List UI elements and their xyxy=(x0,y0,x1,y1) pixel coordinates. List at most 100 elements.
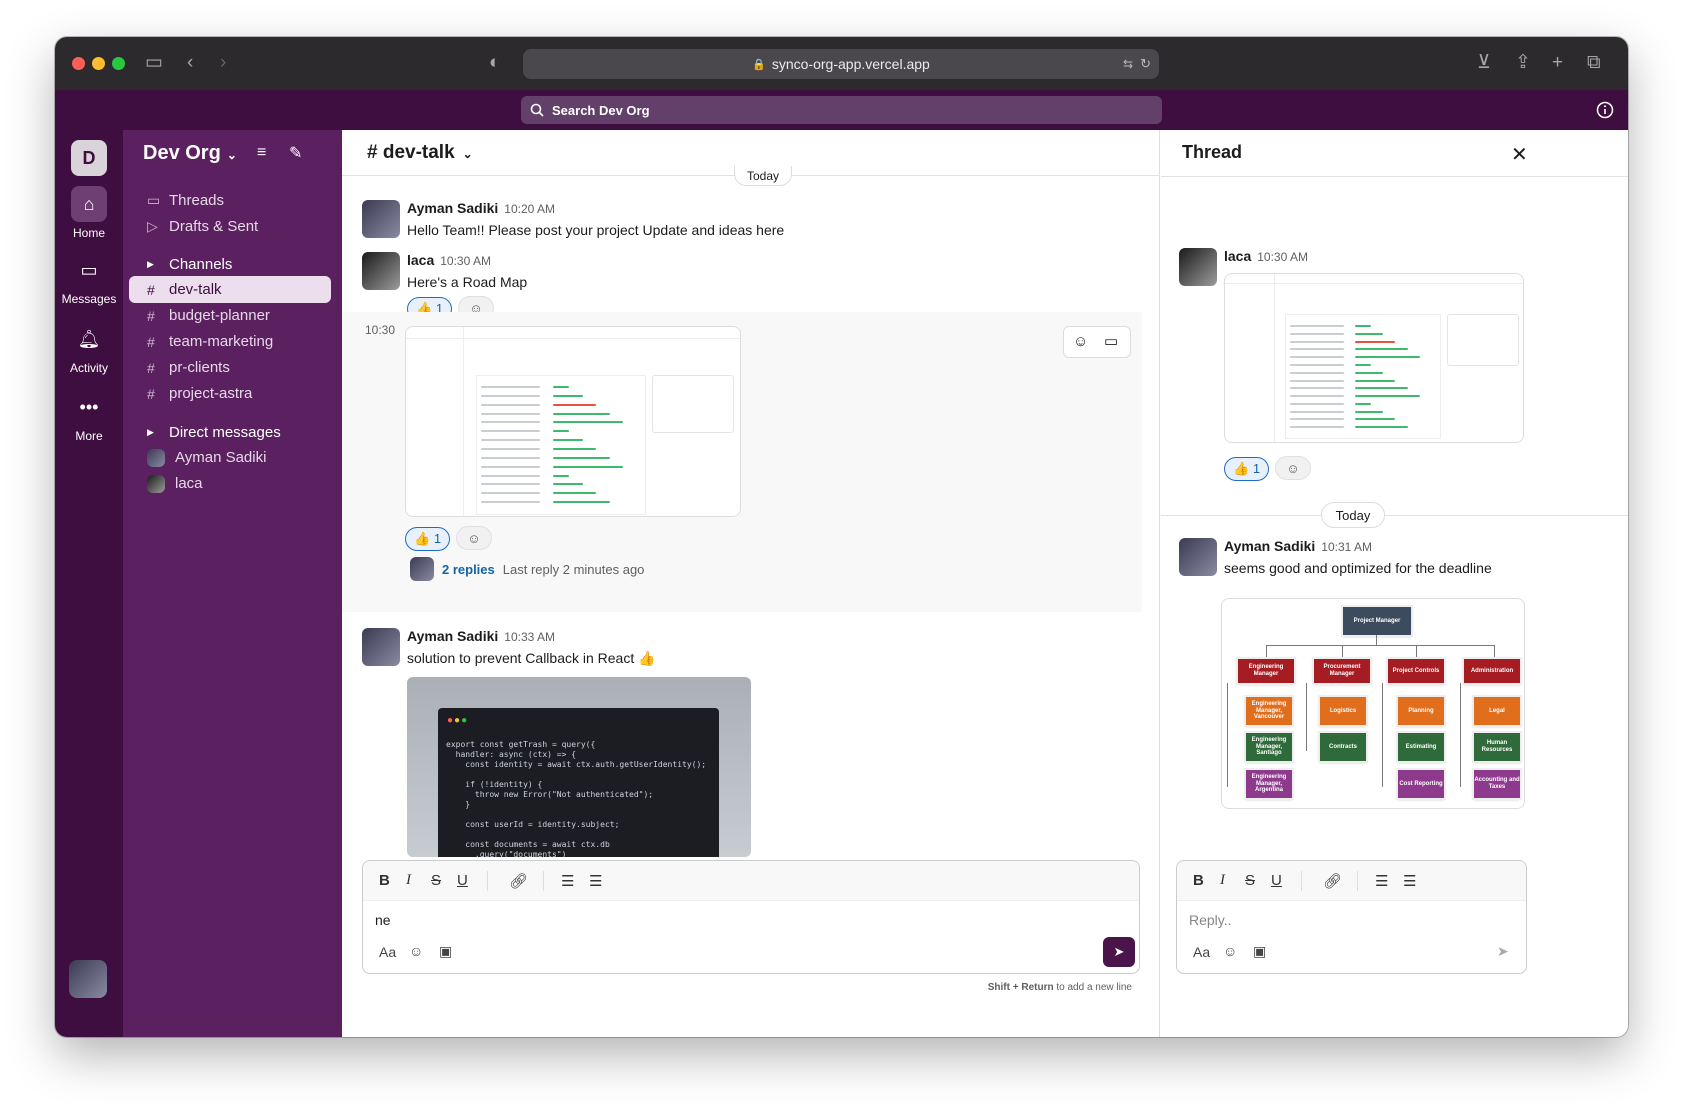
avatar[interactable] xyxy=(1179,538,1217,576)
back-icon[interactable]: ‹ xyxy=(187,51,193,75)
italic-icon[interactable]: I xyxy=(406,872,411,889)
bold-icon[interactable]: B xyxy=(1193,872,1204,889)
rail-more[interactable]: ••• More xyxy=(55,389,123,443)
thread-summary[interactable]: 2 replies Last reply 2 minutes ago xyxy=(410,557,644,581)
sidebar-item-project-astra[interactable]: # project-astra xyxy=(129,380,331,407)
caret-right-icon: ▶ xyxy=(147,259,154,269)
replies-link[interactable]: 2 replies xyxy=(442,562,495,577)
search-input[interactable]: Search Dev Org xyxy=(521,96,1162,124)
add-reaction-button[interactable]: ☺︎ xyxy=(1275,456,1312,480)
close-window-button[interactable] xyxy=(72,57,85,70)
minimize-window-button[interactable] xyxy=(92,57,105,70)
sidebar-item-drafts[interactable]: ▷ Drafts & Sent xyxy=(129,213,331,240)
sidebar-item-dev-talk[interactable]: # dev-talk xyxy=(129,276,331,303)
workspace-name[interactable]: Dev Org ⌄ xyxy=(143,142,237,165)
reply-input[interactable]: Reply.. xyxy=(1189,912,1232,928)
image-icon[interactable]: ▣ xyxy=(439,943,452,960)
current-user-avatar[interactable] xyxy=(69,960,107,998)
strikethrough-icon[interactable]: S xyxy=(1245,872,1255,889)
add-reaction-button[interactable]: ☺︎ xyxy=(456,526,493,550)
workspace-switcher[interactable]: D xyxy=(71,140,107,176)
underline-icon[interactable]: U xyxy=(1271,872,1282,889)
org-chart-image[interactable]: Project Manager Engineering Manager Engi… xyxy=(1221,598,1525,809)
ordered-list-icon[interactable]: ☰ xyxy=(561,872,574,890)
bullet-list-icon[interactable]: ☰ xyxy=(1403,872,1416,890)
info-icon[interactable] xyxy=(1596,101,1614,119)
emoji-reaction-icon[interactable]: ☺︎ xyxy=(1073,333,1088,350)
link-icon[interactable]: 🔗︎ xyxy=(509,872,528,890)
sidebar-item-threads[interactable]: ▭ Threads xyxy=(129,187,331,214)
message-author[interactable]: Ayman Sadiki xyxy=(407,628,498,644)
underline-icon[interactable]: U xyxy=(457,872,468,889)
italic-icon[interactable]: I xyxy=(1220,872,1225,889)
avatar[interactable] xyxy=(1179,248,1217,286)
new-tab-icon[interactable]: + xyxy=(1552,51,1563,75)
url-text: synco-org-app.vercel.app xyxy=(771,56,930,72)
screenshot-table-row xyxy=(481,421,540,424)
roadmap-screenshot[interactable] xyxy=(1224,273,1524,443)
reaction-thumbs-up[interactable]: 👍 1 xyxy=(405,526,451,551)
composer-input[interactable]: ne xyxy=(375,912,391,928)
send-button[interactable]: ➤ xyxy=(1103,937,1135,967)
bullet-list-icon[interactable]: ☰ xyxy=(589,872,602,890)
sidebar-item-team-marketing[interactable]: # team-marketing xyxy=(129,328,331,355)
emoji-icon[interactable]: ☺︎ xyxy=(409,943,423,959)
send-icon[interactable]: ➤ xyxy=(1497,943,1509,960)
strikethrough-icon[interactable]: S xyxy=(431,872,441,889)
close-icon[interactable]: ✕ xyxy=(1511,142,1528,167)
avatar[interactable] xyxy=(362,200,400,238)
ordered-list-icon[interactable]: ☰ xyxy=(1375,872,1388,890)
chevron-down-icon: ⌄ xyxy=(462,147,473,161)
sidebar-toggle-icon[interactable]: ▭ xyxy=(145,51,163,75)
share-icon[interactable]: ⇪ xyxy=(1515,51,1531,75)
screenshot-insights xyxy=(1447,314,1519,366)
download-icon[interactable]: ⊻ xyxy=(1477,51,1491,75)
reaction-thumbs-up[interactable]: 👍 1 xyxy=(1224,456,1270,481)
reload-icon[interactable]: ↻ xyxy=(1140,56,1151,72)
emoji-icon[interactable]: ☺︎ xyxy=(1223,943,1237,959)
rail-home[interactable]: ⌂ Home xyxy=(55,186,123,240)
bold-icon[interactable]: B xyxy=(379,872,390,889)
compose-icon[interactable]: ✎ xyxy=(289,143,302,163)
avatar[interactable] xyxy=(362,628,400,666)
more-icon: ••• xyxy=(79,397,99,417)
day-divider[interactable]: Today xyxy=(734,166,793,186)
thread-header-divider xyxy=(1161,176,1628,177)
roadmap-screenshot[interactable] xyxy=(405,326,741,517)
link-icon[interactable]: 🔗︎ xyxy=(1323,872,1342,890)
reply-in-thread-icon[interactable]: ▭ xyxy=(1104,332,1118,350)
screenshot-timeline-bar xyxy=(1355,418,1396,421)
forward-icon[interactable]: › xyxy=(220,51,226,75)
sidebar-item-dm-ayman[interactable]: Ayman Sadiki xyxy=(129,444,331,471)
text-format-icon[interactable]: Aa xyxy=(379,944,396,960)
filter-icon[interactable]: ≡ xyxy=(257,144,266,162)
hash-icon: # xyxy=(147,281,155,298)
message-author[interactable]: laca xyxy=(1224,248,1251,264)
avatar[interactable] xyxy=(362,252,400,290)
sidebar-item-budget-planner[interactable]: # budget-planner xyxy=(129,302,331,329)
rail-activity[interactable]: 🔔︎ Activity xyxy=(55,321,123,375)
message-author[interactable]: Ayman Sadiki xyxy=(1224,538,1315,554)
channel-title[interactable]: # dev-talk ⌄ xyxy=(367,142,473,164)
screenshot-table-row xyxy=(481,483,540,486)
code-screenshot[interactable]: export const getTrash = query({ handler:… xyxy=(407,677,751,857)
text-format-icon[interactable]: Aa xyxy=(1193,944,1210,960)
day-divider[interactable]: Today xyxy=(1321,502,1385,528)
image-icon[interactable]: ▣ xyxy=(1253,943,1266,960)
dm-section-toggle[interactable]: ▶ Direct messages xyxy=(147,424,281,441)
screenshot-timeline-bar xyxy=(552,430,570,433)
sidebar-item-dm-laca[interactable]: laca xyxy=(129,470,331,497)
tabs-overview-icon[interactable]: ⧉ xyxy=(1587,51,1601,75)
message-actions: ☺︎ ▭ xyxy=(1063,326,1131,358)
message-author[interactable]: Ayman Sadiki xyxy=(407,200,498,216)
rail-messages[interactable]: ▭ Messages xyxy=(55,252,123,306)
shield-icon[interactable]: ◐ xyxy=(489,51,500,75)
screenshot-timeline-bar xyxy=(552,501,610,504)
translate-icon[interactable]: ⇆ xyxy=(1123,57,1133,71)
address-bar[interactable]: 🔒 synco-org-app.vercel.app ⇆ ↻ xyxy=(523,49,1159,79)
format-toolbar: B I S U 🔗︎ ☰ ☰ xyxy=(363,861,1139,901)
maximize-window-button[interactable] xyxy=(112,57,125,70)
message-author[interactable]: laca xyxy=(407,252,434,268)
sidebar-item-pr-clients[interactable]: # pr-clients xyxy=(129,354,331,381)
channels-section-toggle[interactable]: ▶ Channels xyxy=(147,256,232,273)
